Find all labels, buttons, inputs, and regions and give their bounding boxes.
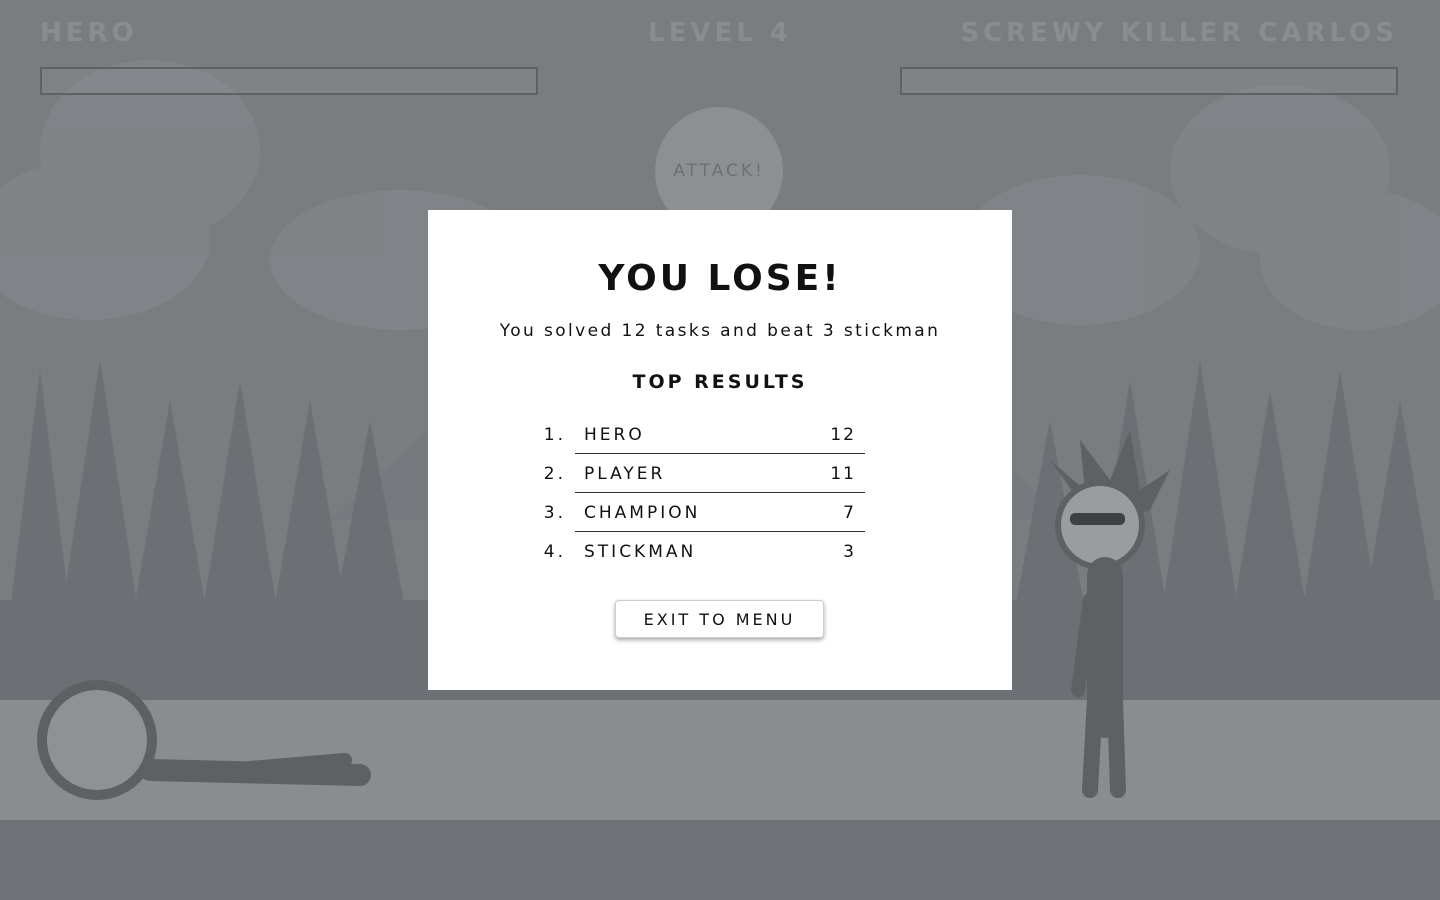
result-row: 3. CHAMPION 7	[538, 493, 868, 532]
result-row: 2. PLAYER 11	[538, 454, 868, 493]
result-score: 3	[843, 542, 856, 562]
result-rank: 4.	[543, 542, 566, 562]
result-row: 4. STICKMAN 3	[538, 532, 868, 571]
result-name: CHAMPION	[584, 503, 701, 523]
result-score: 7	[843, 503, 856, 523]
modal-title: YOU LOSE!	[598, 258, 842, 299]
top-results-heading: TOP RESULTS	[632, 371, 808, 393]
result-name: STICKMAN	[584, 542, 697, 562]
result-score: 12	[830, 425, 856, 445]
result-score: 11	[830, 464, 856, 484]
result-rank: 1.	[543, 425, 566, 445]
result-name: PLAYER	[584, 464, 666, 484]
result-summary: You solved 12 tasks and beat 3 stickman	[499, 321, 941, 341]
result-rank: 2.	[543, 464, 566, 484]
result-rank: 3.	[543, 503, 566, 523]
exit-to-menu-button[interactable]: EXIT TO MENU	[615, 600, 824, 638]
result-name: HERO	[584, 425, 645, 445]
modal-overlay: YOU LOSE! You solved 12 tasks and beat 3…	[0, 0, 1440, 900]
result-row: 1. HERO 12	[538, 415, 868, 454]
game-over-modal: YOU LOSE! You solved 12 tasks and beat 3…	[428, 210, 1012, 690]
top-results-list: 1. HERO 12 2. PLAYER 11 3. CHAMPION 7 4.…	[538, 415, 868, 571]
